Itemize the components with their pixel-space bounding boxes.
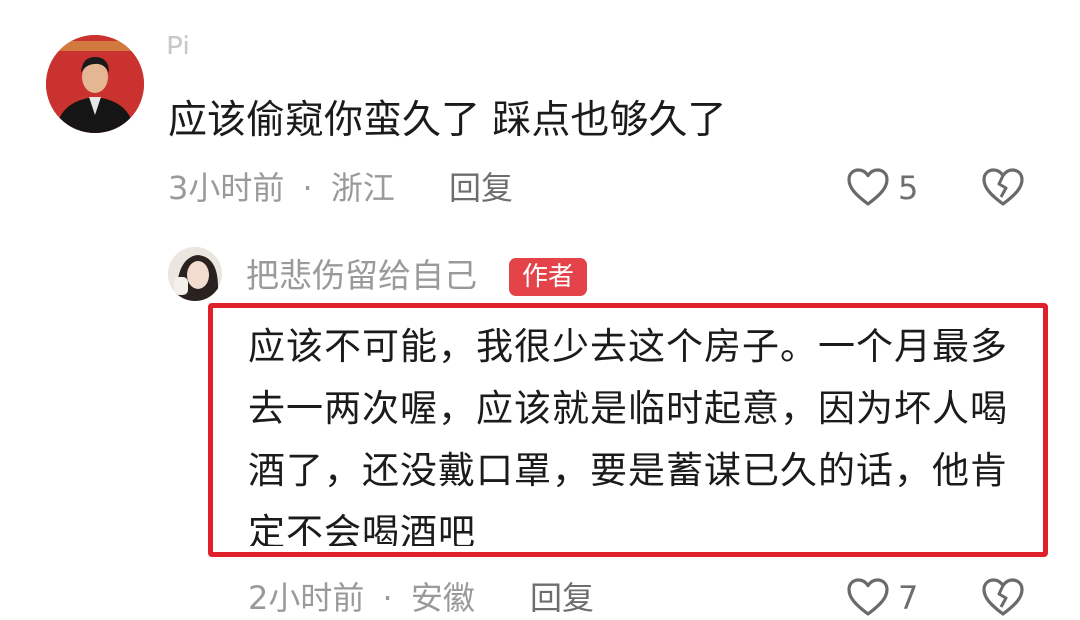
reply-text: 应该不可能，我很少去这个房子。一个月最多去一两次喔，应该就是临时起意，因为坏人喝…	[248, 325, 1008, 546]
reply-meta: 2小时前 · 安徽	[248, 578, 475, 618]
dislike-button[interactable]	[981, 167, 1025, 207]
broken-heart-icon	[982, 168, 1024, 206]
comment-location: 浙江	[330, 169, 395, 207]
author-badge: 作者	[509, 258, 587, 296]
reply-location: 安徽	[410, 579, 475, 617]
author-username[interactable]: 把悲伤留给自己	[246, 255, 477, 297]
reply-button[interactable]: 回复	[449, 168, 513, 208]
commenter-username[interactable]: Pi	[166, 32, 190, 54]
meta-separator: ·	[302, 169, 313, 207]
broken-heart-icon	[982, 578, 1024, 616]
comment-text: 应该偷窥你蛮久了 踩点也够久了	[168, 98, 727, 143]
comment-time: 3小时前	[168, 169, 285, 207]
author-avatar[interactable]	[168, 247, 222, 301]
reply-button[interactable]: 回复	[530, 578, 594, 618]
heart-outline-icon	[847, 168, 889, 206]
avatar-photo	[46, 35, 144, 133]
avatar-photo	[168, 247, 222, 301]
like-button[interactable]	[846, 577, 890, 617]
like-count: 7	[898, 579, 919, 617]
reply-time: 2小时前	[248, 579, 365, 617]
comment-meta: 3小时前 · 浙江	[168, 168, 395, 208]
heart-outline-icon	[847, 578, 889, 616]
like-button[interactable]	[846, 167, 890, 207]
like-count: 5	[898, 169, 919, 207]
commenter-avatar[interactable]	[46, 35, 144, 133]
meta-separator: ·	[382, 579, 393, 617]
dislike-button[interactable]	[981, 577, 1025, 617]
